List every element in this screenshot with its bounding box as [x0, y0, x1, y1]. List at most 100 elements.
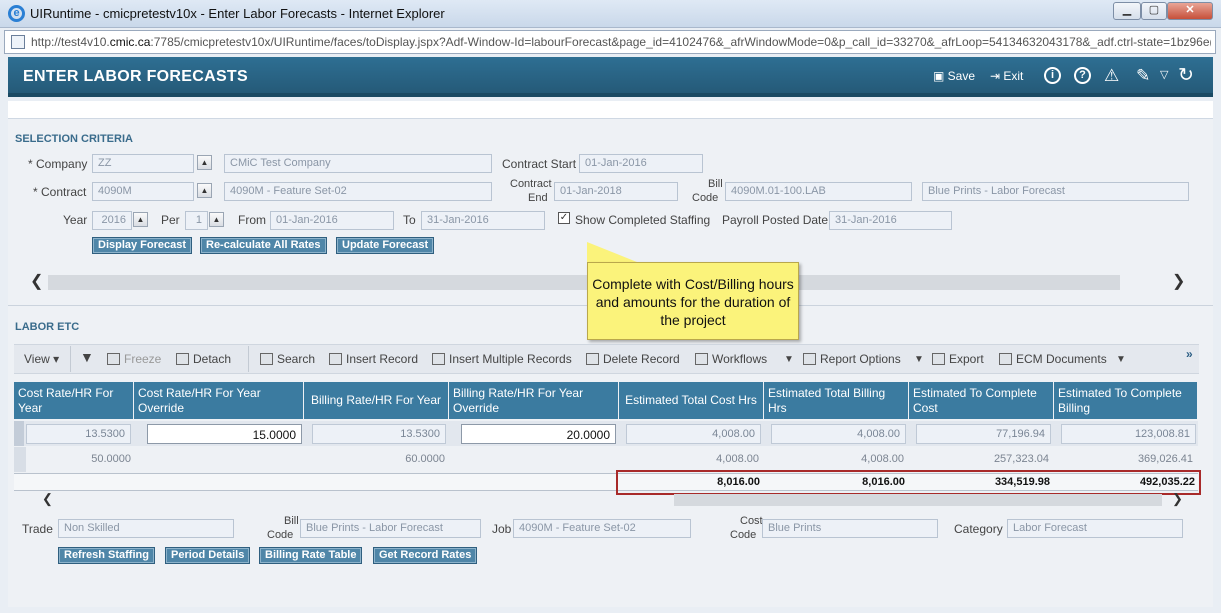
- contract-end-label-2: End: [528, 192, 548, 204]
- workflows-dropdown-icon[interactable]: ▼: [784, 354, 794, 365]
- insert-multiple-button[interactable]: Insert Multiple Records: [432, 352, 572, 366]
- column-header[interactable]: Estimated Total Cost Hrs: [619, 382, 764, 419]
- delete-record-button[interactable]: Delete Record: [586, 352, 680, 366]
- top-strip: [8, 101, 1213, 119]
- edit-icon[interactable]: ✎: [1136, 66, 1150, 86]
- period-field[interactable]: 1: [185, 211, 208, 230]
- to-date-field: 31-Jan-2016: [421, 211, 545, 230]
- view-menu[interactable]: View ▾: [24, 352, 59, 366]
- show-completed-checkbox[interactable]: ✓: [558, 212, 570, 224]
- summary-value: 257,323.04: [993, 453, 1049, 465]
- close-window-button[interactable]: ✕: [1167, 2, 1213, 20]
- job-field: 4090M - Feature Set-02: [513, 519, 691, 538]
- table-scroll-right-arrow[interactable]: ❯: [1172, 491, 1183, 507]
- window-title: UIRuntime - cmicpretestv10x - Enter Labo…: [30, 6, 445, 21]
- summary-value: 60.0000: [405, 453, 445, 465]
- contract-name-field: 4090M - Feature Set-02: [224, 182, 492, 201]
- from-date-field: 01-Jan-2016: [270, 211, 394, 230]
- contract-start-label: Contract Start: [502, 157, 577, 171]
- period-details-button[interactable]: Period Details: [165, 547, 251, 564]
- maximize-button[interactable]: ▢: [1141, 2, 1167, 20]
- company-lov-button[interactable]: ▲: [197, 155, 212, 170]
- address-bar[interactable]: http://test4v10.cmic.ca:7785/cmicpretest…: [4, 30, 1216, 54]
- export-button[interactable]: Export: [932, 352, 984, 366]
- summary-value: 4,008.00: [716, 453, 759, 465]
- totals-highlight-box: [616, 470, 1201, 495]
- refresh-staffing-button[interactable]: Refresh Staffing: [58, 547, 155, 564]
- print-icon: [803, 353, 816, 365]
- billing-rate-override-input[interactable]: 20.0000: [461, 424, 616, 444]
- delete-icon: [586, 353, 599, 365]
- year-spinner-button[interactable]: ▲: [133, 212, 148, 227]
- etc-billing-cell: 123,008.81: [1061, 424, 1196, 444]
- detach-button[interactable]: Detach: [176, 352, 231, 366]
- chevron-down-icon[interactable]: ▽: [1160, 68, 1168, 81]
- ecm-documents-button[interactable]: ECM Documents: [999, 352, 1107, 366]
- callout-tail: [587, 242, 637, 262]
- cost-code-field: Blue Prints: [762, 519, 938, 538]
- export-icon: [932, 353, 945, 365]
- info-icon[interactable]: i: [1044, 67, 1061, 84]
- refresh-icon[interactable]: ↻: [1178, 64, 1194, 87]
- contract-code-field[interactable]: 4090M: [92, 182, 194, 201]
- insert-multiple-icon: [432, 353, 445, 365]
- toolbar-divider: [248, 346, 249, 372]
- column-header[interactable]: Billing Rate/HR For Year: [304, 382, 449, 419]
- help-icon[interactable]: ?: [1074, 67, 1091, 84]
- filter-icon[interactable]: ▼: [80, 349, 94, 365]
- column-header[interactable]: Billing Rate/HR For Year Override: [449, 382, 619, 419]
- search-button[interactable]: Search: [260, 352, 315, 366]
- contract-start-field: 01-Jan-2016: [579, 154, 703, 173]
- billing-rate-table-button[interactable]: Billing Rate Table: [259, 547, 363, 564]
- insert-record-button[interactable]: Insert Record: [329, 352, 418, 366]
- company-name-field: CMiC Test Company: [224, 154, 492, 173]
- table-scroll-left-arrow[interactable]: ❮: [42, 491, 53, 507]
- to-label: To: [403, 213, 416, 227]
- minimize-button[interactable]: ▁: [1113, 2, 1141, 20]
- bill-code-label: Bill: [708, 178, 723, 190]
- update-forecast-button[interactable]: Update Forecast: [336, 237, 435, 254]
- company-code-field[interactable]: ZZ: [92, 154, 194, 173]
- horizontal-scrollbar[interactable]: [48, 275, 1120, 290]
- warning-icon[interactable]: ⚠: [1104, 66, 1119, 86]
- page-icon: [11, 35, 25, 49]
- est-total-billing-hrs-cell: 4,008.00: [771, 424, 906, 444]
- recalculate-rates-button[interactable]: Re-calculate All Rates: [200, 237, 327, 254]
- column-header[interactable]: Estimated To Complete Cost: [909, 382, 1054, 419]
- year-field[interactable]: 2016: [92, 211, 132, 230]
- column-header[interactable]: Estimated To Complete Billing: [1054, 382, 1198, 419]
- freeze-button[interactable]: Freeze: [107, 352, 161, 366]
- contract-end-field: 01-Jan-2018: [554, 182, 678, 201]
- save-button[interactable]: ▣ Save: [933, 69, 975, 83]
- scroll-right-arrow[interactable]: ❯: [1172, 271, 1185, 291]
- row-selector[interactable]: [14, 421, 24, 446]
- freeze-icon: [107, 353, 120, 365]
- display-forecast-button[interactable]: Display Forecast: [92, 237, 193, 254]
- bill-code-desc-field: Blue Prints - Labor Forecast: [922, 182, 1189, 201]
- scroll-left-arrow[interactable]: ❮: [30, 271, 43, 291]
- column-header[interactable]: Estimated Total Billing Hrs: [764, 382, 909, 419]
- exit-button[interactable]: ⇥ Exit: [990, 69, 1023, 83]
- report-options-button[interactable]: Report Options: [803, 352, 901, 366]
- workflows-icon: [695, 353, 708, 365]
- detach-icon: [176, 353, 189, 365]
- report-dropdown-icon[interactable]: ▼: [914, 354, 924, 365]
- ecm-dropdown-icon[interactable]: ▼: [1116, 354, 1126, 365]
- workflows-button[interactable]: Workflows: [695, 352, 767, 366]
- toolbar-overflow-icon[interactable]: »: [1186, 347, 1193, 361]
- job-label: Job: [492, 522, 512, 536]
- period-label: Per: [161, 213, 180, 227]
- etc-cost-cell: 77,196.94: [916, 424, 1051, 444]
- trade-label: Trade: [22, 522, 53, 536]
- url-text: http://test4v10.cmic.ca:7785/cmicpretest…: [31, 35, 1211, 49]
- contract-lov-button[interactable]: ▲: [197, 183, 212, 198]
- ie-logo-icon: e: [8, 5, 25, 22]
- table-horizontal-scrollbar[interactable]: [674, 494, 1162, 506]
- column-header[interactable]: Cost Rate/HR For Year Override: [134, 382, 304, 419]
- cost-rate-override-input[interactable]: 15.0000: [147, 424, 302, 444]
- period-spinner-button[interactable]: ▲: [209, 212, 224, 227]
- summary-value: 369,026.41: [1137, 453, 1193, 465]
- bill-code-field: Blue Prints - Labor Forecast: [300, 519, 481, 538]
- column-header[interactable]: Cost Rate/HR For Year: [14, 382, 134, 419]
- get-record-rates-button[interactable]: Get Record Rates: [373, 547, 478, 564]
